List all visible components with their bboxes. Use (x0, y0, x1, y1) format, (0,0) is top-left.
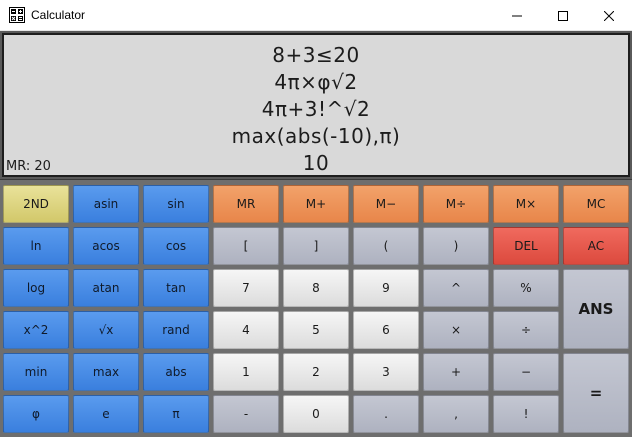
digit-1-button[interactable]: 1 (213, 353, 279, 391)
memory-recall-button[interactable]: MR (213, 185, 279, 223)
digit-5-button[interactable]: 5 (283, 311, 349, 349)
history-line-4: max(abs(-10),π) (231, 124, 401, 148)
acos-button[interactable]: acos (73, 227, 139, 265)
digit-3-button[interactable]: 3 (353, 353, 419, 391)
memory-subtract-button[interactable]: M− (353, 185, 419, 223)
pi-button[interactable]: π (143, 395, 209, 433)
delete-button[interactable]: DEL (493, 227, 559, 265)
maximize-icon (558, 10, 568, 21)
window-title: Calculator (31, 8, 86, 22)
digit-8-button[interactable]: 8 (283, 269, 349, 307)
multiply-button[interactable]: × (423, 311, 489, 349)
title-bar: Calculator (0, 0, 632, 31)
min-button[interactable]: min (3, 353, 69, 391)
digit-4-button[interactable]: 4 (213, 311, 279, 349)
close-icon (604, 10, 614, 21)
equals-button[interactable]: = (563, 353, 629, 433)
minimize-button[interactable] (494, 0, 540, 31)
euler-button[interactable]: e (73, 395, 139, 433)
history-line-3: 4π+3!^√2 (261, 97, 371, 121)
result-line: 10 (302, 151, 330, 175)
comma-button[interactable]: , (423, 395, 489, 433)
ln-button[interactable]: ln (3, 227, 69, 265)
plus-button[interactable]: + (423, 353, 489, 391)
minus-button[interactable]: − (493, 353, 559, 391)
phi-button[interactable]: φ (3, 395, 69, 433)
memory-add-button[interactable]: M+ (283, 185, 349, 223)
left-bracket-button[interactable]: [ (213, 227, 279, 265)
all-clear-button[interactable]: AC (563, 227, 629, 265)
square-button[interactable]: x^2 (3, 311, 69, 349)
digit-9-button[interactable]: 9 (353, 269, 419, 307)
factorial-button[interactable]: ! (493, 395, 559, 433)
minimize-icon (512, 15, 522, 16)
memory-multiply-button[interactable]: M× (493, 185, 559, 223)
decimal-point-button[interactable]: . (353, 395, 419, 433)
history-line-2: 4π×φ√2 (274, 70, 358, 94)
second-function-button[interactable]: 2ND (3, 185, 69, 223)
calculator-app-icon (9, 7, 25, 23)
digit-7-button[interactable]: 7 (213, 269, 279, 307)
history-line-1: 8+3≤20 (272, 43, 360, 67)
divide-button[interactable]: ÷ (493, 311, 559, 349)
calculator-display: 8+3≤20 4π×φ√2 4π+3!^√2 max(abs(-10),π) 1… (2, 33, 630, 177)
atan-button[interactable]: atan (73, 269, 139, 307)
digit-6-button[interactable]: 6 (353, 311, 419, 349)
digit-0-button[interactable]: 0 (283, 395, 349, 433)
random-button[interactable]: rand (143, 311, 209, 349)
tan-button[interactable]: tan (143, 269, 209, 307)
answer-button[interactable]: ANS (563, 269, 629, 349)
memory-clear-button[interactable]: MC (563, 185, 629, 223)
left-paren-button[interactable]: ( (353, 227, 419, 265)
square-root-button[interactable]: √x (73, 311, 139, 349)
asin-button[interactable]: asin (73, 185, 139, 223)
digit-2-button[interactable]: 2 (283, 353, 349, 391)
right-paren-button[interactable]: ) (423, 227, 489, 265)
percent-button[interactable]: % (493, 269, 559, 307)
close-button[interactable] (586, 0, 632, 31)
max-button[interactable]: max (73, 353, 139, 391)
memory-divide-button[interactable]: M÷ (423, 185, 489, 223)
cos-button[interactable]: cos (143, 227, 209, 265)
sin-button[interactable]: sin (143, 185, 209, 223)
keypad: 2ND asin sin MR M+ M− M÷ M× MC ln acos c… (0, 179, 632, 437)
log-button[interactable]: log (3, 269, 69, 307)
memory-recall-label: MR: 20 (6, 159, 51, 174)
power-button[interactable]: ^ (423, 269, 489, 307)
maximize-button[interactable] (540, 0, 586, 31)
abs-button[interactable]: abs (143, 353, 209, 391)
right-bracket-button[interactable]: ] (283, 227, 349, 265)
negate-button[interactable]: - (213, 395, 279, 433)
